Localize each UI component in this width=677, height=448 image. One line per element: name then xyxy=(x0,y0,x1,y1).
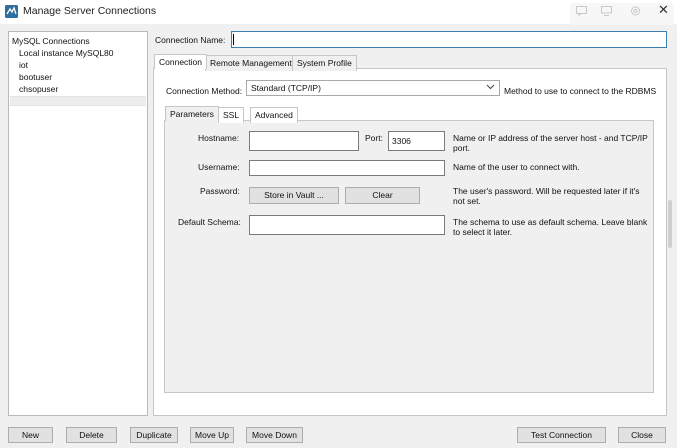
chevron-down-icon xyxy=(486,84,495,90)
default-schema-desc: The schema to use as default schema. Lea… xyxy=(453,217,648,237)
list-header[interactable]: MySQL Connections xyxy=(12,36,90,46)
tab-advanced[interactable]: Advanced xyxy=(250,107,298,123)
chat-icon[interactable] xyxy=(576,6,587,16)
port-input[interactable]: 3306 xyxy=(388,131,445,151)
hostname-input[interactable] xyxy=(249,131,359,151)
move-up-button[interactable]: Move Up xyxy=(190,427,234,443)
list-item-chsopuser[interactable]: chsopuser xyxy=(19,84,58,94)
close-icon[interactable]: ✕ xyxy=(658,3,669,16)
username-label: Username: xyxy=(198,162,240,172)
tab-connection[interactable]: Connection xyxy=(154,54,208,69)
mysql-workbench-icon xyxy=(5,5,18,18)
scrollbar-thumb[interactable] xyxy=(668,200,672,248)
default-schema-input[interactable] xyxy=(249,215,445,235)
duplicate-button[interactable]: Duplicate xyxy=(130,427,178,443)
default-schema-label: Default Schema: xyxy=(178,217,241,227)
list-item-local-instance[interactable]: Local instance MySQL80 xyxy=(19,48,114,58)
connection-method-select[interactable]: Standard (TCP/IP) xyxy=(246,80,500,96)
port-label: Port: xyxy=(365,133,383,143)
delete-button[interactable]: Delete xyxy=(66,427,117,443)
close-button[interactable]: Close xyxy=(618,427,666,443)
settings-icon[interactable] xyxy=(630,6,641,16)
list-item-iot[interactable]: iot xyxy=(19,60,28,70)
hostname-desc: Name or IP address of the server host - … xyxy=(453,133,648,153)
tab-remote-management[interactable]: Remote Management xyxy=(205,55,297,71)
store-in-vault-button[interactable]: Store in Vault ... xyxy=(249,187,339,204)
connection-name-label: Connection Name: xyxy=(155,35,226,45)
password-label: Password: xyxy=(200,186,240,196)
connection-method-value: Standard (TCP/IP) xyxy=(251,83,321,93)
clear-password-button[interactable]: Clear xyxy=(345,187,420,204)
test-connection-button[interactable]: Test Connection xyxy=(517,427,606,443)
username-input[interactable] xyxy=(249,160,445,176)
hostname-label: Hostname: xyxy=(198,133,240,143)
list-separator xyxy=(10,96,146,106)
tab-system-profile[interactable]: System Profile xyxy=(292,55,357,71)
list-item-bootuser[interactable]: bootuser xyxy=(19,72,52,82)
new-button[interactable]: New xyxy=(8,427,53,443)
text-cursor xyxy=(233,34,234,45)
username-desc: Name of the user to connect with. xyxy=(453,162,580,172)
tab-ssl[interactable]: SSL xyxy=(218,107,245,123)
window-title: Manage Server Connections xyxy=(23,5,157,17)
monitor-icon[interactable] xyxy=(601,6,612,16)
connection-name-input[interactable] xyxy=(231,31,667,48)
move-down-button[interactable]: Move Down xyxy=(246,427,303,443)
connection-method-desc: Method to use to connect to the RDBMS xyxy=(504,86,657,96)
connections-list[interactable]: MySQL Connections Local instance MySQL80… xyxy=(8,31,148,416)
password-desc: The user's password. Will be requested l… xyxy=(453,186,640,206)
connection-method-label: Connection Method: xyxy=(166,86,243,96)
tab-parameters[interactable]: Parameters xyxy=(165,106,219,121)
